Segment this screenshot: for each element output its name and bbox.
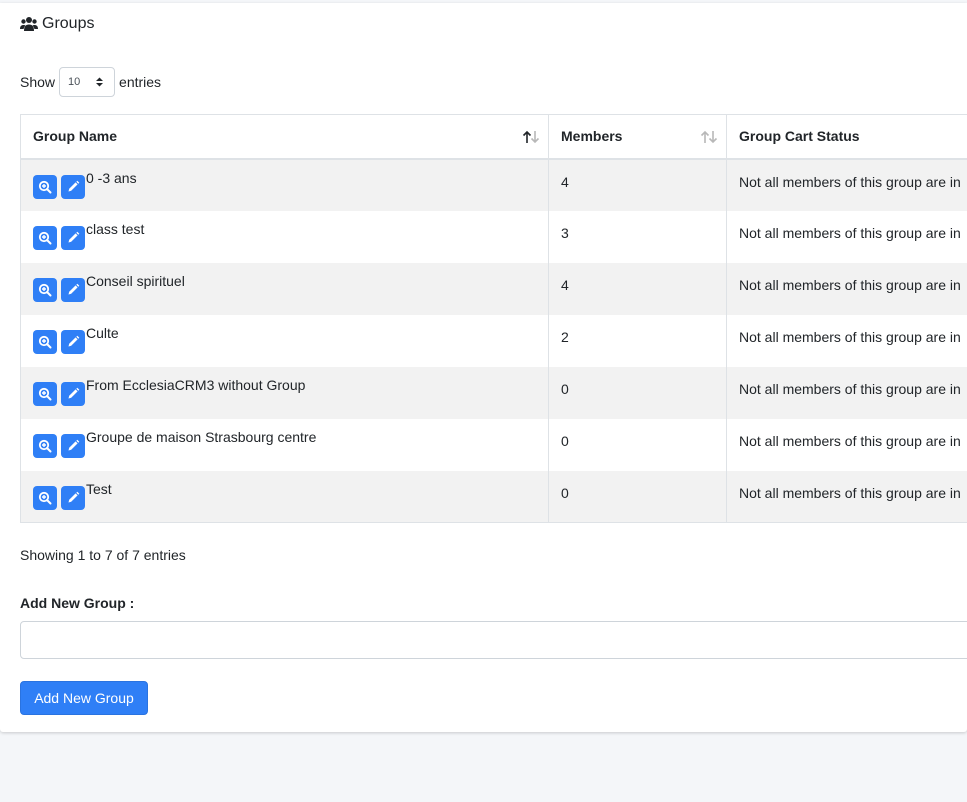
- edit-group-button[interactable]: [61, 485, 85, 510]
- table-info: Showing 1 to 7 of 7 entries: [20, 547, 186, 563]
- table-row: Groupe de maison Strasbourg centre 0 Not a…: [20, 418, 967, 471]
- table-row: Culte 2 Not all members of this group are …: [20, 314, 967, 367]
- zoom-in-icon: [38, 283, 52, 297]
- table-row: Test 0 Not all members of this group are i…: [20, 470, 967, 523]
- group-name-cell: class test: [20, 210, 549, 263]
- page-title: Groups: [42, 15, 95, 32]
- add-group-label: Add New Group :: [20, 595, 135, 611]
- table-row: class test 3 Not all members of this group…: [20, 210, 967, 263]
- edit-group-button[interactable]: [61, 225, 85, 250]
- view-group-button[interactable]: [33, 174, 57, 199]
- members-count: 2: [548, 314, 727, 367]
- group-name-cell: Groupe de maison Strasbourg centre: [20, 418, 549, 471]
- view-group-button[interactable]: [33, 485, 57, 510]
- column-header-members[interactable]: Members: [548, 114, 727, 160]
- members-count: 4: [548, 158, 727, 211]
- pencil-icon: [66, 231, 80, 245]
- members-count: 3: [548, 210, 727, 263]
- pencil-icon: [66, 491, 80, 505]
- sort-asc-icon: [522, 130, 540, 144]
- group-cart-status: Not all members of this group are in: [726, 366, 967, 419]
- zoom-in-icon: [38, 491, 52, 505]
- group-name-cell: From EcclesiaCRM3 without Group: [20, 366, 549, 419]
- entries-select-value: 10: [68, 76, 81, 88]
- group-cart-status: Not all members of this group are in: [726, 470, 967, 523]
- row-actions: [33, 433, 85, 458]
- table-body: 0 -3 ans 4 Not all members of this group a…: [20, 158, 967, 523]
- edit-group-button[interactable]: [61, 329, 85, 354]
- group-name-cell: 0 -3 ans: [20, 158, 549, 211]
- pencil-icon: [66, 439, 80, 453]
- view-group-button[interactable]: [33, 329, 57, 354]
- table-row: From EcclesiaCRM3 without Group 0 Not all …: [20, 366, 967, 419]
- zoom-in-icon: [38, 231, 52, 245]
- group-name-cell: Culte: [20, 314, 549, 367]
- column-header-group-cart-status[interactable]: Group Cart Status: [726, 114, 967, 160]
- edit-group-button[interactable]: [61, 381, 85, 406]
- view-group-button[interactable]: [33, 381, 57, 406]
- zoom-in-icon: [38, 439, 52, 453]
- row-actions: [33, 277, 85, 302]
- entries-select[interactable]: 10: [59, 67, 116, 97]
- row-actions: [33, 174, 85, 199]
- group-cart-status: Not all members of this group are in: [726, 262, 967, 315]
- group-cart-status: Not all members of this group are in: [726, 314, 967, 367]
- add-group-input[interactable]: [20, 621, 967, 659]
- groups-card: Groups Show 10 entries Group Name Member…: [0, 3, 967, 732]
- members-count: 0: [548, 470, 727, 523]
- group-cart-status: Not all members of this group are in: [726, 158, 967, 211]
- groups-table: Group Name Members Group Cart Status 0 -…: [20, 114, 967, 523]
- group-name: Culte: [86, 324, 119, 341]
- edit-group-button[interactable]: [61, 174, 85, 199]
- select-arrows-icon: [96, 77, 104, 87]
- group-name: 0 -3 ans: [86, 169, 137, 186]
- show-label: Show: [20, 74, 56, 90]
- pencil-icon: [66, 387, 80, 401]
- row-actions: [33, 329, 85, 354]
- view-group-button[interactable]: [33, 277, 57, 302]
- zoom-in-icon: [38, 387, 52, 401]
- group-name: Test: [86, 480, 112, 497]
- group-name-cell: Test: [20, 470, 549, 523]
- view-group-button[interactable]: [33, 225, 57, 250]
- zoom-in-icon: [38, 180, 52, 194]
- sort-both-icon: [700, 130, 718, 144]
- card-title: Groups: [20, 15, 94, 33]
- view-group-button[interactable]: [33, 433, 57, 458]
- group-name: Conseil spirituel: [86, 272, 185, 289]
- members-count: 4: [548, 262, 727, 315]
- group-name: From EcclesiaCRM3 without Group: [86, 376, 306, 393]
- edit-group-button[interactable]: [61, 277, 85, 302]
- group-cart-status: Not all members of this group are in: [726, 418, 967, 471]
- users-icon: [20, 17, 38, 31]
- pencil-icon: [66, 283, 80, 297]
- zoom-in-icon: [38, 335, 52, 349]
- add-group-button[interactable]: Add New Group: [20, 681, 148, 715]
- row-actions: [33, 485, 85, 510]
- edit-group-button[interactable]: [61, 433, 85, 458]
- group-name: Groupe de maison Strasbourg centre: [86, 428, 317, 445]
- group-name: class test: [86, 220, 145, 237]
- row-actions: [33, 225, 85, 250]
- table-row: 0 -3 ans 4 Not all members of this group a…: [20, 158, 967, 211]
- table-row: Conseil spirituel 4 Not all members of thi…: [20, 262, 967, 315]
- group-cart-status: Not all members of this group are in: [726, 210, 967, 263]
- table-header-row: Group Name Members Group Cart Status: [20, 114, 967, 160]
- pencil-icon: [66, 335, 80, 349]
- members-count: 0: [548, 366, 727, 419]
- column-header-group-name[interactable]: Group Name: [20, 114, 549, 160]
- length-control: Show 10 entries: [20, 67, 161, 97]
- row-actions: [33, 381, 85, 406]
- group-name-cell: Conseil spirituel: [20, 262, 549, 315]
- entries-label: entries: [119, 74, 162, 90]
- members-count: 0: [548, 418, 727, 471]
- pencil-icon: [66, 180, 80, 194]
